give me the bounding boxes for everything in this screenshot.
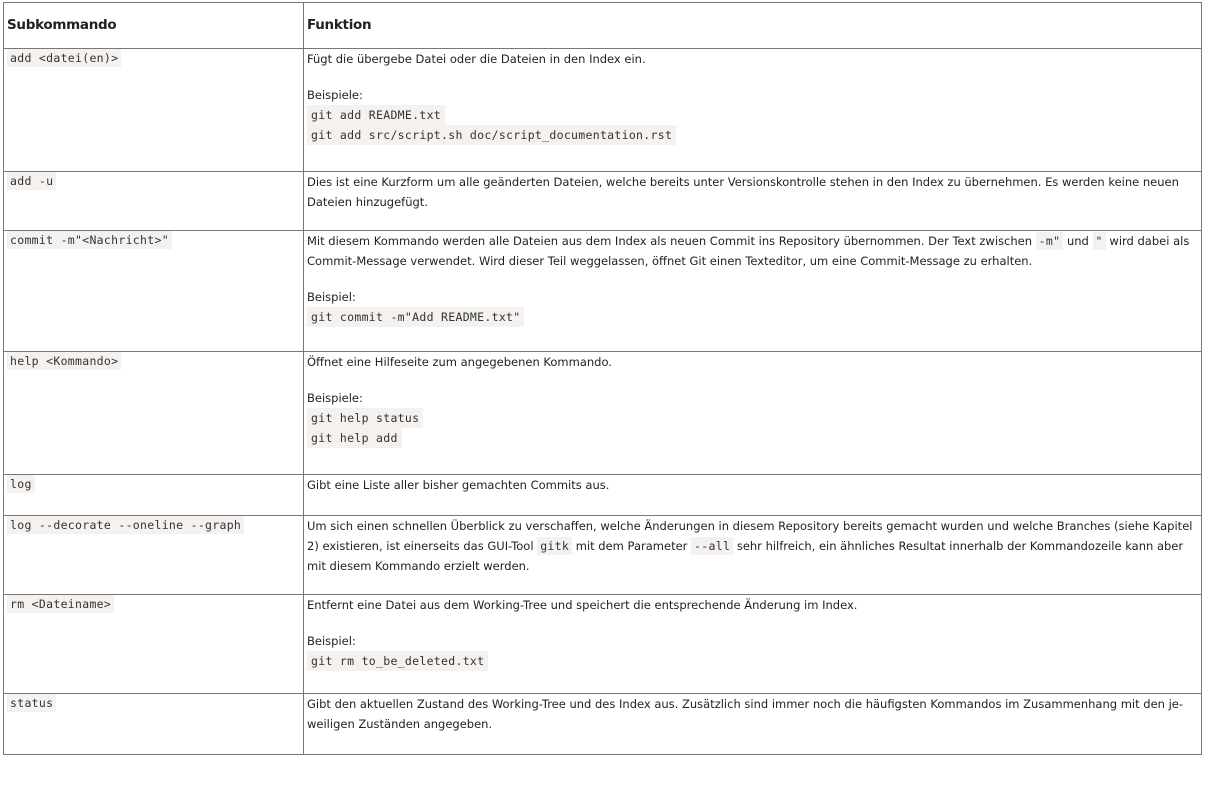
subcommand-cell: commit -m"<Nachricht>" xyxy=(3,230,304,352)
subcommand-cell: add <datei(en)> xyxy=(3,48,304,172)
example-label: Beispiele: xyxy=(307,391,363,405)
table-row: log --decorate --oneline --graph Um sich… xyxy=(3,515,1202,595)
function-cell: Fügt die übergebe Datei oder die Dateien… xyxy=(303,48,1202,172)
table-row: rm <Dateiname> Entfernt eine Datei aus d… xyxy=(3,594,1202,694)
subcommand-code: status xyxy=(7,694,57,712)
subcommand-cell: add -u xyxy=(3,171,304,231)
example-label: Beispiele: xyxy=(307,88,363,102)
function-description: Dies ist eine Kurzform um alle geänderte… xyxy=(307,175,1179,209)
example-code: git add src/script.sh doc/script_documen… xyxy=(307,125,677,145)
subcommand-code: help <Kommando> xyxy=(7,352,122,370)
git-subcommand-table: Subkommando Funktion add <datei(en)> Füg… xyxy=(3,2,1202,755)
function-cell: Um sich einen schnellen Überblick zu ver… xyxy=(303,515,1202,595)
subcommand-cell: log --decorate --oneline --graph xyxy=(3,515,304,595)
subcommand-cell: help <Kommando> xyxy=(3,351,304,475)
function-description: Entfernt eine Datei aus dem Working-Tree… xyxy=(307,598,858,612)
subcommand-cell: rm <Dateiname> xyxy=(3,594,304,694)
subcommand-code: rm <Dateiname> xyxy=(7,595,115,613)
table-row: commit -m"<Nachricht>" Mit diesem Komman… xyxy=(3,230,1202,352)
table-row: help <Kommando> Öffnet eine Hilfeseite z… xyxy=(3,351,1202,475)
subcommand-code: commit -m"<Nachricht>" xyxy=(7,231,172,249)
subcommand-cell: log xyxy=(3,474,304,516)
header-funktion: Funktion xyxy=(303,2,1202,49)
subcommand-code: add <datei(en)> xyxy=(7,49,122,67)
example-code: git commit -m"Add README.txt" xyxy=(307,307,525,327)
subcommand-code: log --decorate --oneline --graph xyxy=(7,516,245,534)
inline-code: gitk xyxy=(537,537,573,555)
function-description: Gibt eine Liste aller bisher gemachten C… xyxy=(307,478,610,492)
subcommand-code: log xyxy=(7,475,35,493)
inline-code: " xyxy=(1092,232,1106,250)
example-code: git rm to_be_deleted.txt xyxy=(307,651,489,671)
function-cell: Mit diesem Kommando werden alle Dateien … xyxy=(303,230,1202,352)
example-code: git help status xyxy=(307,408,424,428)
function-cell: Öffnet eine Hilfeseite zum angegebenen K… xyxy=(303,351,1202,475)
example-label: Beispiel: xyxy=(307,290,356,304)
function-cell: Gibt den aktuellen Zustand des Working-T… xyxy=(303,693,1202,755)
subcommand-code: add -u xyxy=(7,172,57,190)
table-row: add -u Dies ist eine Kurzform um alle ge… xyxy=(3,171,1202,231)
table-header-row: Subkommando Funktion xyxy=(3,2,1202,49)
function-cell: Gibt eine Liste aller bisher gemachten C… xyxy=(303,474,1202,516)
function-cell: Dies ist eine Kurzform um alle geänderte… xyxy=(303,171,1202,231)
table-row: status Gibt den aktuellen Zustand des Wo… xyxy=(3,693,1202,755)
table-row: add <datei(en)> Fügt die übergebe Datei … xyxy=(3,48,1202,172)
subcommand-cell: status xyxy=(3,693,304,755)
function-description: Fügt die übergebe Datei oder die Dateien… xyxy=(307,52,646,66)
function-description: Mit diesem Kommando werden alle Dateien … xyxy=(307,232,1190,268)
inline-code: --all xyxy=(691,537,734,555)
function-description: Um sich einen schnellen Überblick zu ver… xyxy=(307,519,1193,573)
table-row: log Gibt eine Liste aller bisher gemacht… xyxy=(3,474,1202,516)
function-description: Gibt den aktuellen Zustand des Working-T… xyxy=(307,697,1184,731)
inline-code: -m" xyxy=(1035,232,1064,250)
header-subkommando: Subkommando xyxy=(3,2,304,49)
example-label: Beispiel: xyxy=(307,634,356,648)
example-code: git help add xyxy=(307,428,402,448)
example-code: git add README.txt xyxy=(307,105,446,125)
function-description: Öffnet eine Hilfeseite zum angegebenen K… xyxy=(307,355,612,369)
function-cell: Entfernt eine Datei aus dem Working-Tree… xyxy=(303,594,1202,694)
